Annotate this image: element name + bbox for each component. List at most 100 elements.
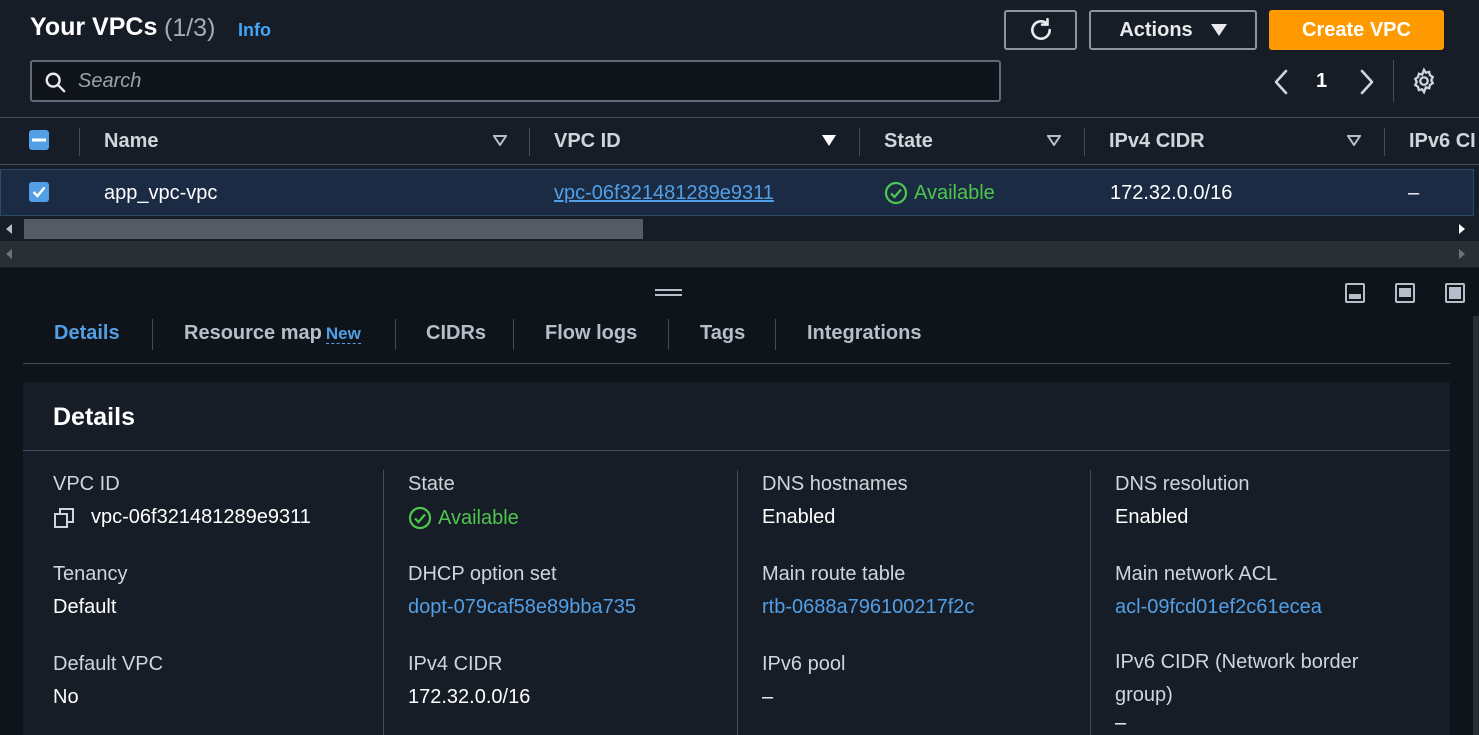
tab-divider (513, 319, 514, 350)
tab-resource-map-label: Resource map (184, 322, 322, 344)
dhcp-option-set-label: DHCP option set (408, 563, 557, 585)
sort-caret-icon[interactable] (493, 135, 507, 146)
ipv6-pool-label: IPv6 pool (762, 653, 846, 675)
column-header-ipv4-cidr[interactable]: IPv4 CIDR (1109, 130, 1205, 153)
info-link[interactable]: Info (238, 20, 271, 41)
main-network-acl-link[interactable]: acl-09fcd01ef2c61ecea (1115, 596, 1322, 619)
scroll-left-icon[interactable] (6, 249, 12, 259)
details-title: Details (53, 403, 135, 431)
copy-icon[interactable] (53, 507, 75, 529)
column-header-name[interactable]: Name (104, 130, 158, 153)
refresh-icon (1030, 17, 1051, 40)
split-panel: Details Resource map New CIDRs Flow logs … (0, 268, 1479, 735)
tab-resource-map[interactable]: Resource map New (184, 322, 361, 345)
vpc-id-link[interactable]: vpc-06f321481289e9311 (554, 182, 774, 205)
details-tabs: Details Resource map New CIDRs Flow logs … (23, 313, 1450, 364)
column-divider (1384, 128, 1385, 156)
search-input[interactable] (78, 66, 978, 96)
search-box (30, 60, 1001, 102)
sort-caret-icon[interactable] (1347, 135, 1361, 146)
state-label: State (408, 473, 455, 495)
select-all-checkbox[interactable] (29, 130, 49, 150)
gear-icon[interactable] (1410, 67, 1438, 95)
main-network-acl-label: Main network ACL (1115, 563, 1278, 585)
vpc-list-panel: Your VPCs (1/3) Info Actions Create VPC … (0, 0, 1479, 268)
status-badge: Available (884, 181, 995, 205)
row-name: app_vpc-vpc (104, 182, 218, 204)
scrollbar-thumb[interactable] (24, 219, 643, 239)
selection-count: (1/3) (164, 14, 216, 42)
tab-flow-logs[interactable]: Flow logs (545, 322, 637, 345)
column-divider (529, 128, 530, 156)
create-vpc-button[interactable]: Create VPC (1269, 10, 1444, 50)
column-header-vpc-id[interactable]: VPC ID (554, 130, 621, 153)
vpc-id-text: vpc-06f321481289e9311 (91, 506, 311, 528)
tab-divider (152, 319, 153, 350)
tenancy-value: Default (53, 596, 117, 618)
tab-cidrs[interactable]: CIDRs (426, 322, 486, 345)
column-header-ipv6-cidr[interactable]: IPv6 CI (1409, 130, 1479, 153)
row-ipv4-cidr: 172.32.0.0/16 (1110, 182, 1233, 204)
resize-handle-icon[interactable] (655, 289, 682, 296)
sort-caret-icon[interactable] (822, 135, 836, 146)
ipv4-cidr-label: IPv4 CIDR (408, 653, 503, 675)
vpc-id-label: VPC ID (53, 473, 120, 495)
column-divider (1084, 128, 1085, 156)
column-divider (79, 128, 80, 156)
previous-page-icon[interactable] (1270, 66, 1294, 98)
ipv6-cidr-label: IPv6 CIDR (Network border group) (1115, 651, 1359, 706)
checkmark-icon (32, 186, 46, 198)
row-checkbox[interactable] (29, 182, 49, 202)
default-vpc-label: Default VPC (53, 653, 164, 675)
current-page-number[interactable]: 1 (1316, 70, 1327, 93)
tab-details[interactable]: Details (54, 322, 120, 345)
next-page-icon[interactable] (1354, 66, 1378, 98)
ipv6-pool-value: – (762, 686, 774, 708)
scroll-left-icon[interactable] (6, 224, 12, 234)
tab-integrations[interactable]: Integrations (807, 322, 921, 345)
table-header: Name VPC ID State IPv4 CIDR IPv6 CI (0, 117, 1479, 165)
split-side-icon[interactable] (1395, 283, 1415, 303)
split-bottom-icon[interactable] (1345, 283, 1365, 303)
main-route-table-link[interactable]: rtb-0688a796100217f2c (762, 596, 974, 619)
tab-tags[interactable]: Tags (700, 322, 745, 345)
default-vpc-value: No (53, 686, 79, 708)
state-value: Available (408, 506, 519, 530)
minus-icon (32, 138, 46, 142)
sort-caret-icon[interactable] (1047, 135, 1061, 146)
horizontal-scrollbar[interactable] (0, 218, 1479, 240)
vertical-scrollbar[interactable] (1473, 316, 1479, 735)
actions-dropdown[interactable]: Actions (1089, 10, 1257, 50)
maximize-panel-icon[interactable] (1445, 283, 1465, 303)
actions-label: Actions (1119, 18, 1193, 41)
row-ipv6-cidr: – (1408, 182, 1420, 204)
horizontal-scrollbar-outer[interactable] (0, 241, 1479, 267)
search-icon (45, 72, 66, 93)
dhcp-option-set-link[interactable]: dopt-079caf58e89bba735 (408, 596, 636, 619)
tab-divider (668, 319, 669, 350)
tab-divider (775, 319, 776, 350)
check-circle-icon (408, 506, 432, 530)
scroll-right-icon[interactable] (1459, 224, 1465, 234)
column-divider (737, 470, 738, 735)
dns-hostnames-label: DNS hostnames (762, 473, 908, 495)
dns-resolution-label: DNS resolution (1115, 473, 1250, 495)
scroll-right-icon[interactable] (1459, 249, 1465, 259)
page-title: Your VPCs (30, 13, 158, 41)
column-divider (383, 470, 384, 735)
column-header-state[interactable]: State (884, 130, 933, 153)
details-container: Details VPC ID vpc-06f321481289e9311 Ten… (23, 382, 1450, 735)
caret-down-icon (1210, 24, 1227, 36)
check-circle-icon (884, 181, 908, 205)
main-route-table-label: Main route table (762, 563, 906, 585)
column-divider (1090, 470, 1091, 735)
refresh-button[interactable] (1004, 10, 1077, 50)
new-badge: New (325, 324, 361, 344)
state-text: Available (438, 506, 519, 529)
tenancy-label: Tenancy (53, 563, 128, 585)
column-divider (859, 128, 860, 156)
create-vpc-label: Create VPC (1302, 18, 1411, 41)
status-text: Available (914, 181, 995, 204)
table-row[interactable]: app_vpc-vpc vpc-06f321481289e9311 Availa… (0, 169, 1474, 216)
vpc-id-value: vpc-06f321481289e9311 (53, 506, 311, 529)
